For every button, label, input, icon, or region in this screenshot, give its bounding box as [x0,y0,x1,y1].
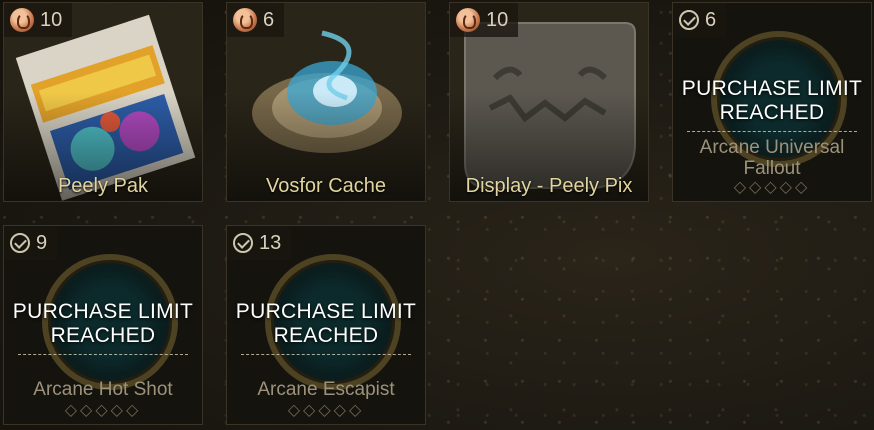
price-tag: 10 [450,3,519,37]
price-tag: 6 [227,3,285,37]
price-value: 6 [263,8,275,31]
store-item-arcane-escapist[interactable]: 13 PURCHASE LIMIT REACHED Arcane Escapis… [226,225,426,425]
item-name: Arcane Hot Shot [33,379,173,400]
purchase-limit-notice: PURCHASE LIMIT REACHED [227,300,425,355]
divider [687,131,857,132]
owned-check-icon [10,233,30,253]
item-name: Vosfor Cache [265,175,387,197]
rank-pips: ◇◇◇◇◇ [64,402,142,419]
rank-pips: ◇◇◇◇◇ [733,179,811,196]
divider [241,354,411,355]
price-value: 10 [40,8,63,31]
owned-count: 6 [673,3,727,37]
owned-value: 6 [705,8,717,31]
vosfor-coin-icon [10,8,34,32]
owned-count: 9 [4,226,58,260]
owned-value: 9 [36,231,48,254]
store-item-peely-pak[interactable]: 10 Peely Pak [3,2,203,202]
owned-check-icon [679,10,699,30]
item-name: Arcane Universal Fallout [699,137,845,179]
store-item-grid: 10 Peely Pak 6 Vosfor Cache 10 Display -… [0,0,874,430]
price-tag: 10 [4,3,73,37]
store-item-arcane-universal-fallout[interactable]: 6 PURCHASE LIMIT REACHED Arcane Universa… [672,2,872,202]
item-name: Display - Peely Pix [465,175,633,197]
price-value: 10 [486,8,509,31]
rank-pips: ◇◇◇◇◇ [287,402,365,419]
vosfor-coin-icon [233,8,257,32]
owned-value: 13 [259,231,282,254]
divider [18,354,188,355]
vosfor-coin-icon [456,8,480,32]
item-name: Arcane Escapist [257,379,395,400]
store-item-arcane-hot-shot[interactable]: 9 PURCHASE LIMIT REACHED Arcane Hot Shot… [3,225,203,425]
item-name: Peely Pak [57,175,149,197]
purchase-limit-notice: PURCHASE LIMIT REACHED [673,77,871,132]
store-item-display-peely-pix[interactable]: 10 Display - Peely Pix [449,2,649,202]
purchase-limit-notice: PURCHASE LIMIT REACHED [4,300,202,355]
store-item-vosfor-cache[interactable]: 6 Vosfor Cache [226,2,426,202]
owned-check-icon [233,233,253,253]
owned-count: 13 [227,226,292,260]
